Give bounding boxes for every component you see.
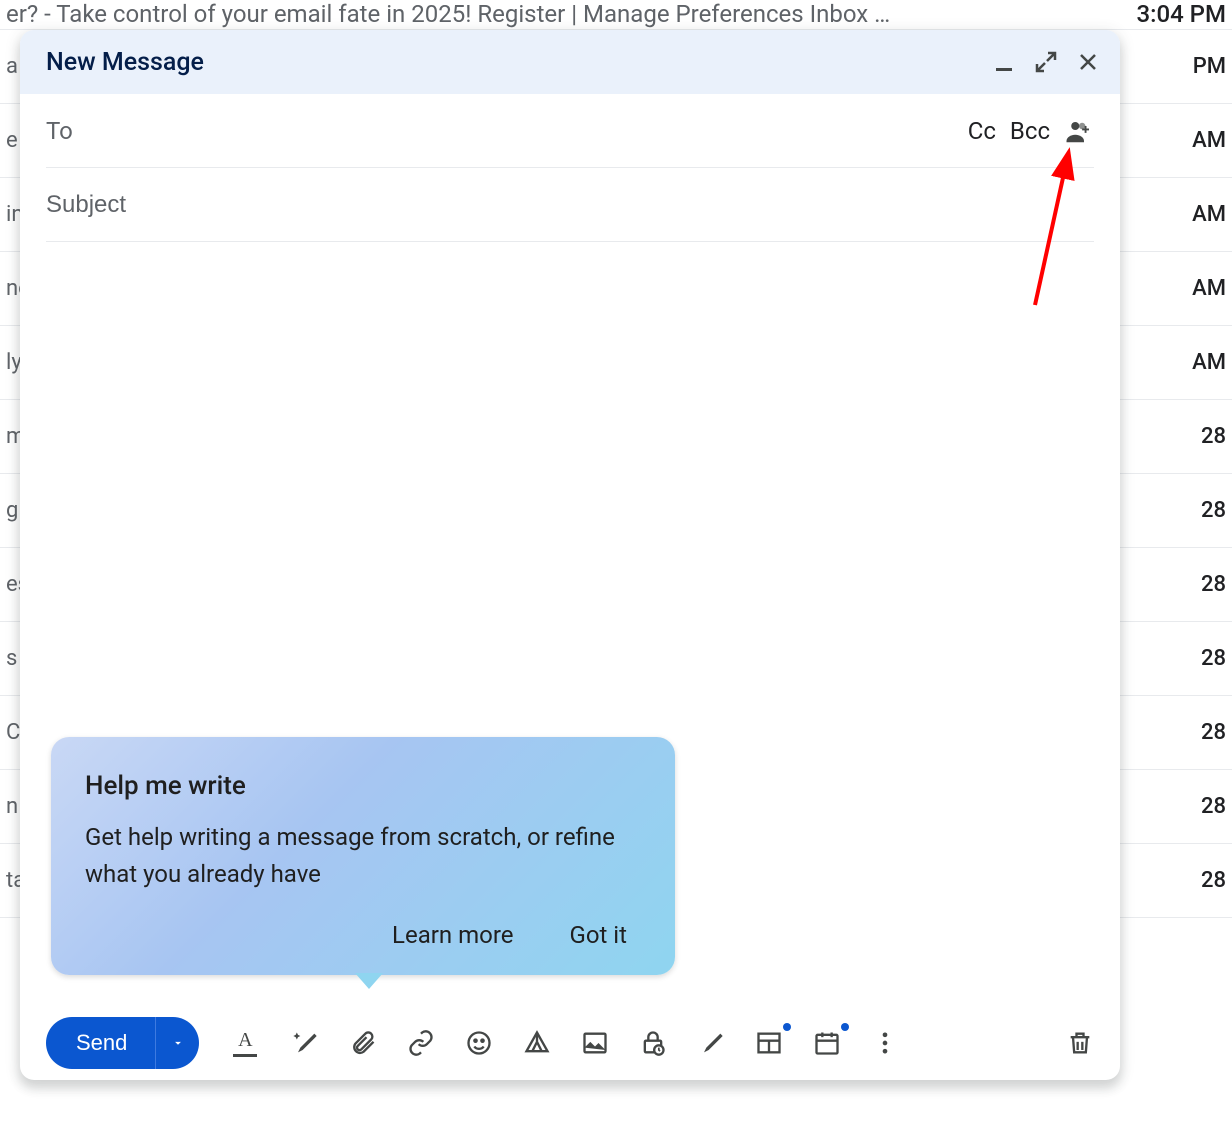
learn-more-button[interactable]: Learn more	[392, 921, 513, 949]
bcc-button[interactable]: Bcc	[1010, 117, 1050, 145]
compose-window: New Message To Cc Bcc Send	[20, 30, 1120, 1080]
confidential-icon[interactable]	[639, 1029, 667, 1057]
more-options-icon[interactable]	[871, 1029, 899, 1057]
emoji-icon[interactable]	[465, 1029, 493, 1057]
attach-icon[interactable]	[349, 1029, 377, 1057]
calendar-icon[interactable]	[813, 1029, 841, 1057]
subject-field-row	[46, 168, 1094, 242]
signature-icon[interactable]	[697, 1029, 725, 1057]
link-icon[interactable]	[407, 1029, 435, 1057]
discard-icon[interactable]	[1066, 1029, 1094, 1057]
image-icon[interactable]	[581, 1029, 609, 1057]
formatting-icon[interactable]: A	[233, 1029, 261, 1057]
got-it-button[interactable]: Got it	[569, 921, 627, 949]
email-preview-text: er? - Take control of your email fate in…	[6, 0, 890, 28]
send-more-button[interactable]	[155, 1017, 199, 1069]
help-me-write-icon[interactable]	[291, 1029, 319, 1057]
add-contacts-icon[interactable]	[1064, 116, 1094, 146]
compose-header: New Message	[20, 30, 1120, 94]
cc-button[interactable]: Cc	[968, 117, 996, 145]
send-button[interactable]: Send	[46, 1017, 155, 1069]
compose-title: New Message	[46, 48, 204, 77]
close-icon[interactable]	[1076, 50, 1100, 74]
to-label: To	[46, 117, 73, 145]
fullscreen-icon[interactable]	[1034, 50, 1058, 74]
compose-toolbar: Send A	[20, 1006, 1120, 1080]
subject-input[interactable]	[46, 191, 1094, 219]
promo-title: Help me write	[85, 771, 641, 801]
to-input[interactable]	[87, 117, 968, 145]
help-me-write-promo: Help me write Get help writing a message…	[51, 737, 675, 975]
email-time: 3:04 PM	[1136, 0, 1226, 28]
promo-text: Get help writing a message from scratch,…	[85, 819, 641, 893]
drive-icon[interactable]	[523, 1029, 551, 1057]
layout-icon[interactable]	[755, 1029, 783, 1057]
minimize-icon[interactable]	[992, 50, 1016, 74]
inbox-row: er? - Take control of your email fate in…	[0, 0, 1232, 30]
to-field-row: To Cc Bcc	[46, 94, 1094, 168]
